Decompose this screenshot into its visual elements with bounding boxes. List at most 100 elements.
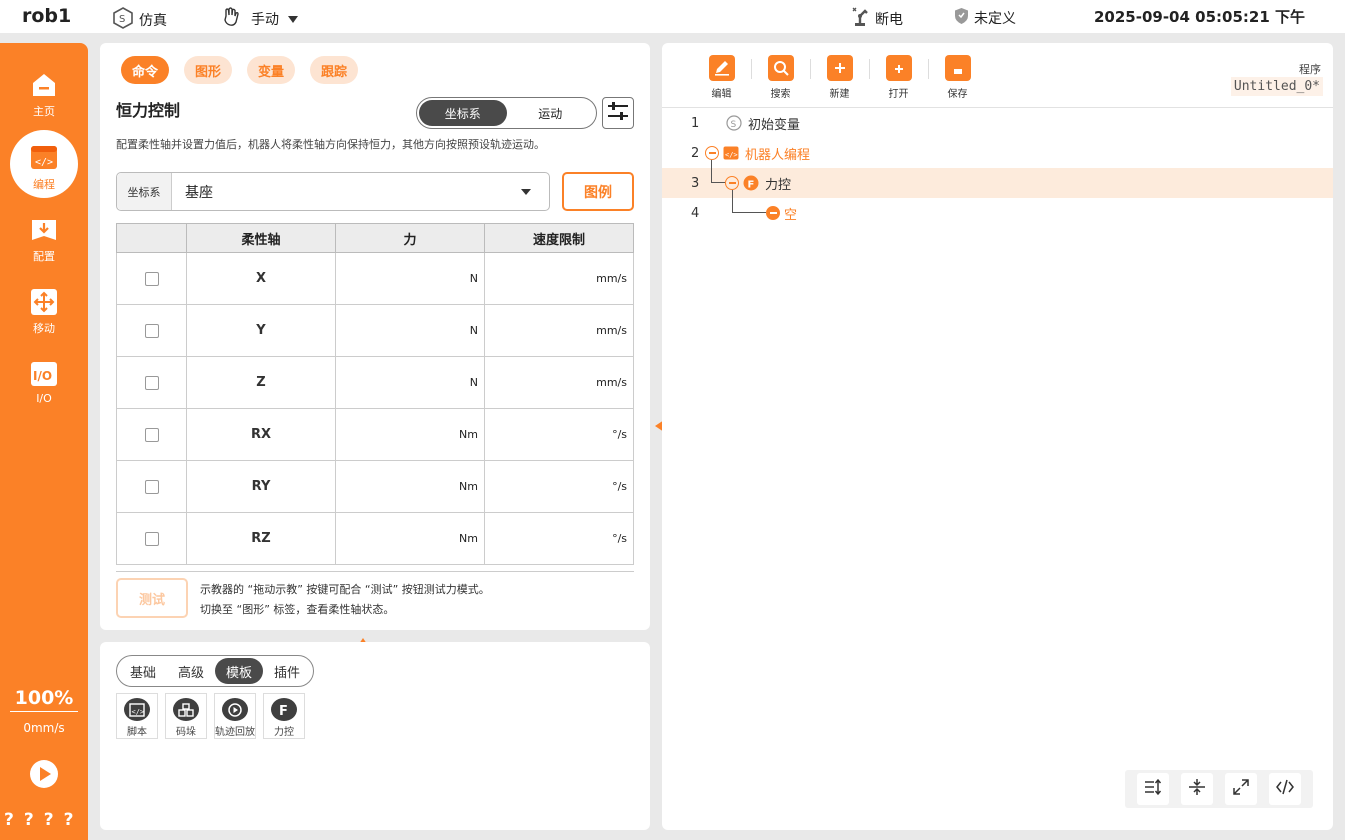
- safety-status[interactable]: 未定义: [954, 7, 1016, 29]
- code-view-button[interactable]: [1269, 773, 1301, 805]
- svg-text:I/O: I/O: [33, 369, 52, 383]
- settings-button[interactable]: [602, 97, 634, 129]
- tool-force-control[interactable]: F 力控: [263, 693, 305, 739]
- power-label: 断电: [875, 12, 903, 28]
- force-unit[interactable]: N: [335, 304, 485, 357]
- search-button[interactable]: 搜索: [751, 55, 810, 100]
- tab-trace[interactable]: 跟踪: [310, 56, 359, 84]
- axis-checkbox[interactable]: [144, 531, 159, 546]
- axis-checkbox[interactable]: [144, 375, 159, 390]
- line-label: 力控: [765, 177, 792, 193]
- tab-plugin[interactable]: 插件: [263, 658, 311, 684]
- coordinate-select[interactable]: 坐标系 基座: [116, 172, 550, 211]
- tab-variables[interactable]: 变量: [247, 56, 296, 84]
- table-row: RZ Nm °/s: [116, 512, 634, 565]
- expand-button[interactable]: [1225, 773, 1257, 805]
- speed-unit[interactable]: mm/s: [484, 304, 634, 357]
- tab-basic[interactable]: 基础: [119, 658, 167, 684]
- table-header: [116, 223, 187, 253]
- program-line[interactable]: 4 空: [662, 190, 1333, 228]
- mode-dropdown[interactable]: 手动: [222, 7, 298, 31]
- tool-label: 脚本: [127, 727, 147, 738]
- collapse-icon[interactable]: [725, 176, 739, 190]
- status-marks: ????: [4, 810, 84, 830]
- folder-icon: [885, 55, 912, 81]
- speed-unit[interactable]: °/s: [484, 512, 634, 565]
- new-button[interactable]: 新建: [810, 55, 869, 100]
- speed-readout[interactable]: 100% 0mm/s: [10, 687, 78, 735]
- table-header: 柔性轴: [186, 223, 336, 253]
- play-icon: [40, 767, 51, 781]
- toggle-coordinate[interactable]: 坐标系: [419, 100, 507, 126]
- toolbar-label: 编辑: [711, 89, 732, 100]
- open-button[interactable]: 打开: [869, 55, 928, 100]
- template-tools: </> 脚本 码垛 轨迹回放 F 力控: [116, 693, 305, 739]
- move-icon: [30, 288, 58, 316]
- robot-name: rob1: [22, 5, 72, 27]
- tool-script[interactable]: </> 脚本: [116, 693, 158, 739]
- collapse-all-button[interactable]: [1181, 773, 1213, 805]
- force-unit[interactable]: N: [335, 356, 485, 409]
- search-icon: [767, 55, 794, 81]
- sidebar-item-move[interactable]: 移动: [0, 280, 88, 350]
- axis-name: Z: [186, 356, 336, 409]
- collapse-icon[interactable]: [766, 206, 780, 220]
- view-toggle: 坐标系 运动: [416, 97, 597, 129]
- table-header-row: 柔性轴 力 速度限制: [116, 223, 634, 253]
- sidebar-item-programming[interactable]: </> 编程: [0, 130, 88, 206]
- new-file-icon: [826, 55, 853, 81]
- sidebar-item-config[interactable]: 配置: [0, 208, 88, 278]
- axis-checkbox[interactable]: [144, 427, 159, 442]
- speed-unit[interactable]: °/s: [484, 408, 634, 461]
- force-unit[interactable]: Nm: [335, 460, 485, 513]
- program-line[interactable]: 2 </> 机器人编程: [662, 138, 1333, 168]
- line-number: 1: [691, 115, 700, 131]
- tool-trajectory-replay[interactable]: 轨迹回放: [214, 693, 256, 739]
- tool-palletize[interactable]: 码垛: [165, 693, 207, 739]
- toolbar-label: 新建: [829, 89, 850, 100]
- svg-text:S: S: [119, 14, 125, 25]
- sort-lines-button[interactable]: [1137, 773, 1169, 805]
- download-icon: [30, 216, 58, 244]
- speed-mm: 0mm/s: [23, 721, 65, 735]
- program-line[interactable]: 1 S 初始变量: [662, 108, 1333, 138]
- speed-unit[interactable]: mm/s: [484, 252, 634, 305]
- toggle-motion[interactable]: 运动: [507, 100, 595, 126]
- sidebar-item-label: I/O: [36, 392, 52, 405]
- coordinate-select-value: 基座: [185, 184, 213, 201]
- sidebar-item-io[interactable]: I/O I/O: [0, 352, 88, 422]
- axis-checkbox[interactable]: [144, 479, 159, 494]
- speed-unit[interactable]: °/s: [484, 460, 634, 513]
- test-button[interactable]: 测试: [116, 578, 188, 618]
- tab-template[interactable]: 模板: [215, 658, 264, 684]
- home-icon: [30, 71, 58, 99]
- axis-checkbox[interactable]: [144, 323, 159, 338]
- sidebar-item-home[interactable]: 主页: [0, 63, 88, 133]
- simulation-indicator[interactable]: S 仿真: [112, 7, 167, 33]
- table-row: Z N mm/s: [116, 356, 634, 409]
- line-label: 机器人编程: [745, 147, 811, 163]
- svg-text:</>: </>: [725, 151, 738, 159]
- axis-name: X: [186, 252, 336, 305]
- expand-icon: [1231, 777, 1251, 801]
- speed-unit[interactable]: mm/s: [484, 356, 634, 409]
- force-unit[interactable]: N: [335, 252, 485, 305]
- svg-text:S: S: [731, 120, 737, 130]
- panel-tabs: 命令 图形 变量 跟踪: [121, 56, 359, 84]
- datetime: 2025-09-04 05:05:21 下午: [1093, 8, 1305, 26]
- tab-advanced[interactable]: 高级: [167, 658, 215, 684]
- edit-button[interactable]: 编辑: [692, 55, 751, 100]
- save-button[interactable]: 保存: [928, 55, 987, 100]
- coordinate-select-label: 坐标系: [117, 173, 172, 210]
- play-button[interactable]: [30, 760, 58, 788]
- force-unit[interactable]: Nm: [335, 408, 485, 461]
- collapse-icon[interactable]: [705, 146, 719, 160]
- tab-command[interactable]: 命令: [121, 56, 170, 84]
- power-status[interactable]: 断电: [852, 7, 903, 31]
- legend-button[interactable]: 图例: [562, 172, 634, 211]
- tool-label: 力控: [274, 727, 294, 738]
- axis-checkbox[interactable]: [144, 271, 159, 286]
- force-unit[interactable]: Nm: [335, 512, 485, 565]
- library-tabs: 基础 高级 模板 插件: [116, 655, 315, 687]
- tab-graphics[interactable]: 图形: [184, 56, 233, 84]
